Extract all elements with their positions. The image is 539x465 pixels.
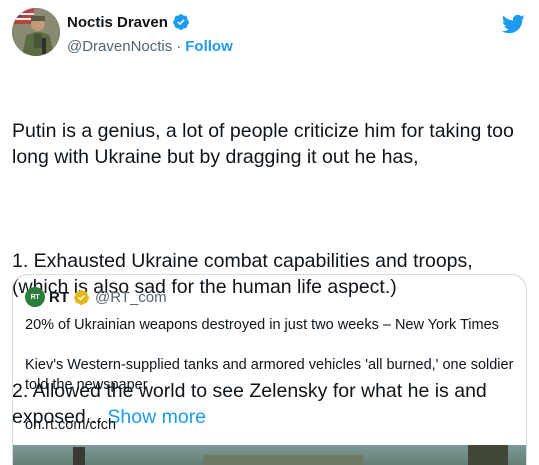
quoted-author-name[interactable]: RT [49,289,69,306]
quoted-tweet[interactable]: RT RT @RT_com 20% of Ukrainian weapons d… [12,274,527,465]
author-handle-row: @DravenNoctis · Follow [67,36,233,56]
quoted-author-avatar[interactable]: RT [25,287,45,307]
quoted-line-1: 20% of Ukrainian weapons destroyed in ju… [25,317,499,333]
quoted-avatar-text: RT [30,293,40,301]
verified-badge-icon [172,13,190,31]
separator-dot: · [176,37,182,55]
avatar-image [12,8,60,56]
twitter-bird-icon[interactable] [501,12,525,36]
tweet-card: Noctis Draven @DravenNoctis · Follow Put… [0,0,539,465]
author-name-row: Noctis Draven [67,12,233,32]
author-avatar[interactable] [12,8,60,56]
quoted-media-image[interactable] [13,445,526,465]
media-shape-3 [468,445,508,465]
media-shape-1 [73,447,85,465]
tweet-paragraph-1: Putin is a genius, a lot of people criti… [12,120,520,168]
follow-button[interactable]: Follow [185,38,233,55]
quoted-author-handle[interactable]: @RT_com [95,289,167,306]
quoted-link[interactable]: on.rt.com/cfch [25,415,515,435]
quoted-tweet-text: 20% of Ukrainian weapons destroyed in ju… [25,315,515,435]
author-handle[interactable]: @DravenNoctis [67,38,172,55]
quoted-line-2: Kiev's Western-supplied tanks and armore… [25,357,514,393]
author-display-name[interactable]: Noctis Draven [67,14,168,31]
author-block: Noctis Draven @DravenNoctis · Follow [67,12,233,56]
quoted-tweet-header: RT RT @RT_com [25,287,167,307]
gold-verified-badge-icon [73,289,90,306]
media-shape-2 [203,455,363,465]
